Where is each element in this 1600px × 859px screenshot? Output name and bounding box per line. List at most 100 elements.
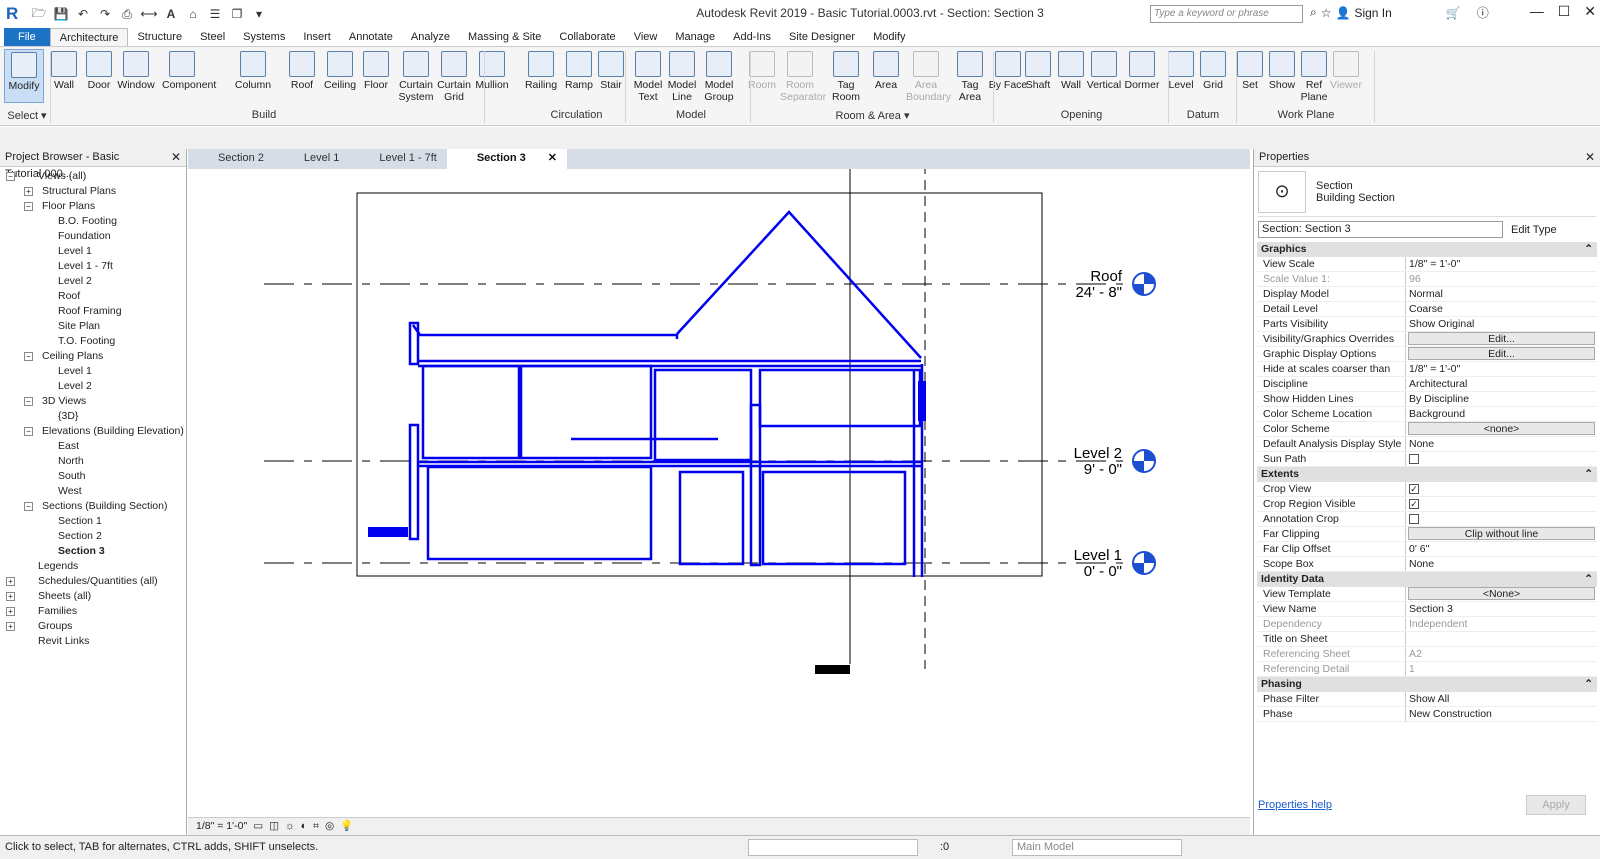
- ribbon-button-door[interactable]: Door: [79, 49, 119, 103]
- expand-icon[interactable]: +: [6, 577, 15, 586]
- ribbon-tab-add-ins[interactable]: Add-Ins: [724, 28, 780, 46]
- ribbon-button-tag-area[interactable]: Tag Area: [950, 49, 990, 103]
- maximize-icon[interactable]: ☐: [1558, 3, 1571, 20]
- checkbox[interactable]: ✓: [1409, 499, 1419, 509]
- collapse-icon[interactable]: −: [24, 502, 33, 511]
- browser-item-level-1[interactable]: Level 1: [0, 244, 186, 259]
- property-value[interactable]: Coarse: [1406, 302, 1597, 316]
- property-value[interactable]: 1/8" = 1'-0": [1406, 257, 1597, 271]
- detail-level-icon[interactable]: ▭: [253, 818, 263, 835]
- shadows-icon[interactable]: ◐: [301, 818, 307, 835]
- property-value[interactable]: None: [1406, 557, 1597, 571]
- hide-isolate-icon[interactable]: ◎: [325, 818, 334, 835]
- ribbon-tab-steel[interactable]: Steel: [191, 28, 234, 46]
- browser-item-section-1[interactable]: Section 1: [0, 514, 186, 529]
- ribbon-button-window[interactable]: Window: [116, 49, 156, 103]
- drawing-canvas[interactable]: Roof 24' - 8" Level 2 9' - 0" Level 1 0' - 0": [188, 164, 1250, 817]
- ribbon-button-curtain-grid[interactable]: Curtain Grid: [434, 49, 474, 103]
- browser-item-structural-plans[interactable]: + Structural Plans: [0, 184, 186, 199]
- expand-icon[interactable]: +: [6, 622, 15, 631]
- property-value[interactable]: ✓: [1406, 482, 1597, 496]
- type-selector[interactable]: ⊙ Section Building Section: [1258, 167, 1596, 217]
- property-value[interactable]: [1406, 632, 1597, 646]
- ribbon-button-modify[interactable]: Modify: [4, 49, 44, 103]
- view-tab-section-3[interactable]: Section 3 ✕: [446, 149, 567, 169]
- revit-logo[interactable]: R: [6, 5, 24, 23]
- ribbon-tab-file[interactable]: File: [4, 28, 50, 46]
- browser-item-sheets-all[interactable]: + Sheets (all): [0, 589, 186, 604]
- save-icon[interactable]: 💾: [53, 6, 69, 22]
- ribbon-button-roof[interactable]: Roof: [282, 49, 322, 103]
- ribbon-tab-massing-site[interactable]: Massing & Site: [459, 28, 550, 46]
- browser-item-elevations-building-elevation[interactable]: − Elevations (Building Elevation): [0, 424, 186, 439]
- ribbon-tab-architecture[interactable]: Architecture: [49, 28, 129, 46]
- ribbon-button-room[interactable]: Room: [742, 49, 782, 103]
- view-tab-level-1-7ft[interactable]: Level 1 - 7ft: [349, 149, 446, 169]
- browser-item-views-all[interactable]: − Views (all): [0, 169, 186, 184]
- browser-item-level-1-7ft[interactable]: Level 1 - 7ft: [0, 259, 186, 274]
- collapse-icon[interactable]: −: [24, 352, 33, 361]
- section-head[interactable]: [815, 665, 850, 674]
- visual-style-icon[interactable]: ◫: [269, 818, 279, 835]
- browser-item-east[interactable]: East: [0, 439, 186, 454]
- browser-item-ceiling-plans[interactable]: − Ceiling Plans: [0, 349, 186, 364]
- ribbon-tab-systems[interactable]: Systems: [234, 28, 294, 46]
- cart-icon[interactable]: 🛒: [1446, 6, 1461, 20]
- browser-item-level-2[interactable]: Level 2: [0, 379, 186, 394]
- ribbon-button-column[interactable]: Column: [233, 49, 273, 103]
- property-value[interactable]: Edit...: [1408, 347, 1595, 360]
- property-value[interactable]: By Discipline: [1406, 392, 1597, 406]
- checkbox[interactable]: [1409, 514, 1419, 524]
- view-scale[interactable]: 1/8" = 1'-0": [196, 818, 247, 835]
- ribbon-tab-manage[interactable]: Manage: [666, 28, 724, 46]
- collapse-icon[interactable]: −: [24, 202, 33, 211]
- workset-box[interactable]: [748, 839, 918, 856]
- ribbon-button-tag-room[interactable]: Tag Room: [826, 49, 866, 103]
- property-value[interactable]: New Construction: [1406, 707, 1597, 721]
- user-icon[interactable]: 👤: [1336, 6, 1351, 20]
- browser-item-level-2[interactable]: Level 2: [0, 274, 186, 289]
- browser-item-section-3[interactable]: Section 3: [0, 544, 186, 559]
- property-value[interactable]: [1406, 452, 1597, 466]
- property-value[interactable]: Section 3: [1406, 602, 1597, 616]
- ribbon-button-vertical[interactable]: Vertical: [1084, 49, 1124, 103]
- view-tab-level-1[interactable]: Level 1: [274, 149, 349, 169]
- browser-item-revit-links[interactable]: Revit Links: [0, 634, 186, 649]
- properties-help-link[interactable]: Properties help: [1258, 799, 1332, 811]
- property-value[interactable]: <none>: [1408, 422, 1595, 435]
- view-tab-section-2[interactable]: Section 2: [188, 149, 274, 169]
- binoculars-icon[interactable]: ⌕: [1310, 5, 1317, 20]
- browser-item-legends[interactable]: Legends: [0, 559, 186, 574]
- measure-icon[interactable]: ⟷: [140, 6, 157, 22]
- browser-item-north[interactable]: North: [0, 454, 186, 469]
- ribbon-button-curtain-system[interactable]: Curtain System: [396, 49, 436, 103]
- print-icon[interactable]: ⎙: [119, 6, 135, 22]
- ribbon-button-component[interactable]: Component: [162, 49, 216, 103]
- ribbon-button-mullion[interactable]: Mullion: [472, 49, 512, 103]
- property-value[interactable]: [1406, 512, 1597, 526]
- collapse-icon[interactable]: ⌃: [1584, 467, 1593, 482]
- ribbon-tab-analyze[interactable]: Analyze: [402, 28, 459, 46]
- 3d-view-icon[interactable]: ⌂: [185, 6, 201, 22]
- ribbon-button-grid[interactable]: Grid: [1193, 49, 1233, 103]
- property-value[interactable]: Show All: [1406, 692, 1597, 706]
- search-input[interactable]: Type a keyword or phrase: [1150, 5, 1303, 23]
- ribbon-button-model-group[interactable]: Model Group: [699, 49, 739, 103]
- browser-item-3d[interactable]: {3D}: [0, 409, 186, 424]
- ribbon-button-floor[interactable]: Floor: [356, 49, 396, 103]
- property-value[interactable]: 0' 6": [1406, 542, 1597, 556]
- property-value[interactable]: Architectural: [1406, 377, 1597, 391]
- star-icon[interactable]: ☆: [1321, 6, 1332, 20]
- ribbon-button-dormer[interactable]: Dormer: [1122, 49, 1162, 103]
- sun-path-icon[interactable]: ☼: [285, 818, 295, 835]
- browser-item-site-plan[interactable]: Site Plan: [0, 319, 186, 334]
- collapse-icon[interactable]: −: [6, 172, 15, 181]
- browser-item-roof[interactable]: Roof: [0, 289, 186, 304]
- sign-in-link[interactable]: Sign In: [1354, 6, 1391, 20]
- open-icon[interactable]: 🗁: [31, 6, 47, 22]
- ribbon-button-model-line[interactable]: Model Line: [662, 49, 702, 103]
- browser-item-foundation[interactable]: Foundation: [0, 229, 186, 244]
- close-icon[interactable]: ✕: [1584, 3, 1596, 20]
- crop-view-icon[interactable]: ⌗: [313, 818, 319, 835]
- property-value[interactable]: Clip without line: [1408, 527, 1595, 540]
